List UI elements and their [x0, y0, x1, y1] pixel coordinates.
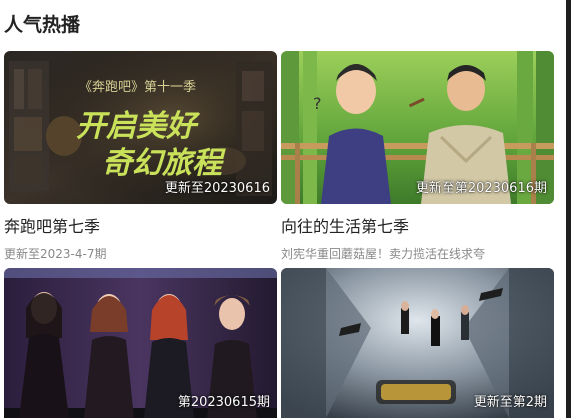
section-title: 人气热播: [4, 14, 81, 36]
update-badge: 更新至20230616: [164, 181, 270, 196]
update-badge: 更新至第20230616期: [415, 181, 547, 196]
show-card-4[interactable]: 更新至第2期: [281, 268, 554, 418]
poster-slogan-line2: 奇幻旅程: [102, 146, 226, 181]
show-poster-1[interactable]: 《奔跑吧》第十一季 开启美好 奇幻旅程 更新至20230616: [4, 51, 277, 204]
update-badge: 更新至第2期: [473, 395, 547, 410]
poster-slogan-line1: 开启美好: [76, 109, 201, 144]
show-subtitle: 更新至2023-4-7期: [4, 247, 107, 261]
show-poster-4[interactable]: 更新至第2期: [281, 268, 554, 418]
show-title[interactable]: 向往的生活第七季: [281, 213, 554, 237]
svg-text:?: ?: [313, 94, 322, 113]
show-card-1[interactable]: 《奔跑吧》第十一季 开启美好 奇幻旅程 更新至20230616 奔跑吧第七季 更…: [4, 51, 277, 262]
show-card-2[interactable]: ? 更新至第20230616期 向往的生活第七季 刘宪华重回蘑菇屋！卖力揽活在线…: [281, 51, 554, 262]
show-card-3[interactable]: 第20230615期: [4, 268, 277, 418]
show-poster-3[interactable]: 第20230615期: [4, 268, 277, 418]
show-title[interactable]: 奔跑吧第七季: [4, 213, 277, 237]
poster-season-text: 《奔跑吧》第十一季: [79, 80, 196, 95]
update-badge: 第20230615期: [177, 395, 270, 410]
show-poster-2[interactable]: ? 更新至第20230616期: [281, 51, 554, 204]
scroll-edge: [566, 0, 571, 418]
hot-shows-page: 人气热播 《奔跑吧》第十一季 开启美好 奇幻旅程 更新至20230616 奔跑吧…: [0, 0, 571, 418]
show-subtitle: 刘宪华重回蘑菇屋！卖力揽活在线求夸: [281, 247, 486, 261]
